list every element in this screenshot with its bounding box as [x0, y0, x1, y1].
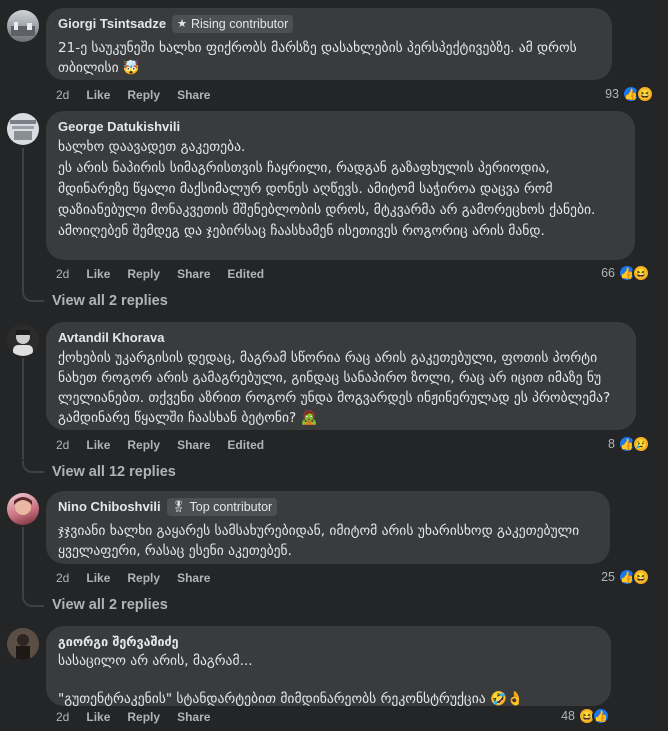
haha-icon: 😆 [636, 85, 654, 103]
medal-badge-icon: 🎖 [171, 501, 186, 513]
thread-line [22, 358, 24, 460]
reaction-summary[interactable]: 8 👍 😢 [608, 435, 650, 453]
top-contributor-badge[interactable]: 🎖 Top contributor [166, 498, 278, 516]
timestamp[interactable]: 2d [56, 88, 69, 102]
comment-text: 21-ე საუკუნეში ხალხი ფიქრობს მარსზე დასა… [58, 40, 582, 76]
share-button[interactable]: Share [177, 571, 210, 585]
comment-actions: 2d Like Reply Share Edited [56, 267, 281, 281]
comment-bubble: გიორგი შერვაშიძე სასაცილო არ არის, მაგრა… [46, 626, 611, 707]
comment-text: ქოხების უკარგისის დედაც, მაგრამ სწორია რ… [58, 350, 615, 426]
comment-bubble: Avtandil Khorava ქოხების უკარგისის დედაც… [46, 322, 636, 430]
haha-icon: 😆 [632, 264, 650, 282]
comment-actions: 2d Like Reply Share [56, 88, 227, 102]
avatar[interactable] [7, 324, 39, 356]
comment-text: ჯჯვიანი ხალხი გაყარეს სამსახურებიდან, იმ… [58, 523, 584, 559]
like-button[interactable]: Like [86, 438, 110, 452]
avatar[interactable] [7, 493, 39, 525]
avatar[interactable] [7, 10, 39, 42]
edited-label: Edited [227, 438, 265, 452]
comment-bubble: Giorgi Tsintsadze ★ Rising contributor 21… [46, 8, 612, 80]
reaction-count: 66 [601, 266, 615, 280]
reply-button[interactable]: Reply [127, 710, 160, 724]
author-name[interactable]: George Datukishvili [58, 118, 180, 136]
timestamp[interactable]: 2d [56, 267, 69, 281]
star-badge-icon: ★ [177, 18, 187, 30]
comment-actions: 2d Like Reply Share [56, 710, 227, 724]
thread-line [22, 527, 24, 595]
comment-text: ხალხო დაავადეთ გაკეთება. ეს არის ნაპირის… [58, 139, 596, 239]
badge-label: Top contributor [189, 500, 273, 514]
like-button[interactable]: Like [86, 710, 110, 724]
sad-icon: 😢 [632, 435, 650, 453]
share-button[interactable]: Share [177, 438, 210, 452]
reaction-count: 93 [605, 87, 619, 101]
badge-label: Rising contributor [190, 17, 289, 31]
reply-button[interactable]: Reply [127, 88, 160, 102]
author-name[interactable]: Avtandil Khorava [58, 329, 164, 347]
reply-button[interactable]: Reply [127, 571, 160, 585]
like-button[interactable]: Like [86, 88, 110, 102]
reaction-summary[interactable]: 93 👍 😆 [605, 85, 654, 103]
reply-button[interactable]: Reply [127, 267, 160, 281]
share-button[interactable]: Share [177, 88, 210, 102]
comment-actions: 2d Like Reply Share Edited [56, 438, 281, 452]
thread-line [22, 148, 24, 290]
like-button[interactable]: Like [86, 267, 110, 281]
reaction-count: 48 [561, 709, 575, 723]
view-replies-link[interactable]: View all 2 replies [52, 293, 168, 309]
view-replies-link[interactable]: View all 12 replies [52, 464, 176, 480]
like-button[interactable]: Like [86, 571, 110, 585]
timestamp[interactable]: 2d [56, 438, 69, 452]
comment-actions: 2d Like Reply Share [56, 571, 227, 585]
view-replies-link[interactable]: View all 2 replies [52, 597, 168, 613]
haha-icon: 😆 [632, 568, 650, 586]
rising-contributor-badge[interactable]: ★ Rising contributor [172, 15, 294, 33]
thread-elbow [22, 290, 44, 302]
reaction-summary[interactable]: 48 😆 👍 [561, 707, 610, 725]
like-icon: 👍 [592, 707, 610, 725]
thread-elbow [22, 461, 44, 473]
avatar[interactable] [7, 113, 39, 145]
reply-button[interactable]: Reply [127, 438, 160, 452]
comment-text: სასაცილო არ არის, მაგრამ... "გუთენტრაკენ… [58, 653, 524, 707]
author-name[interactable]: გიორგი შერვაშიძე [58, 633, 179, 651]
share-button[interactable]: Share [177, 710, 210, 724]
reaction-summary[interactable]: 66 👍 😆 [601, 264, 650, 282]
author-name[interactable]: Nino Chiboshvili [58, 498, 161, 516]
reaction-count: 8 [608, 437, 615, 451]
share-button[interactable]: Share [177, 267, 210, 281]
timestamp[interactable]: 2d [56, 571, 69, 585]
reaction-count: 25 [601, 570, 615, 584]
timestamp[interactable]: 2d [56, 710, 69, 724]
author-name[interactable]: Giorgi Tsintsadze [58, 15, 166, 33]
reaction-summary[interactable]: 25 👍 😆 [601, 568, 650, 586]
edited-label: Edited [227, 267, 265, 281]
comment-bubble: Nino Chiboshvili 🎖 Top contributor ჯჯვიან… [46, 491, 610, 564]
thread-elbow [22, 595, 44, 607]
comment-bubble: George Datukishvili ხალხო დაავადეთ გაკეთ… [46, 111, 635, 260]
avatar[interactable] [7, 628, 39, 660]
